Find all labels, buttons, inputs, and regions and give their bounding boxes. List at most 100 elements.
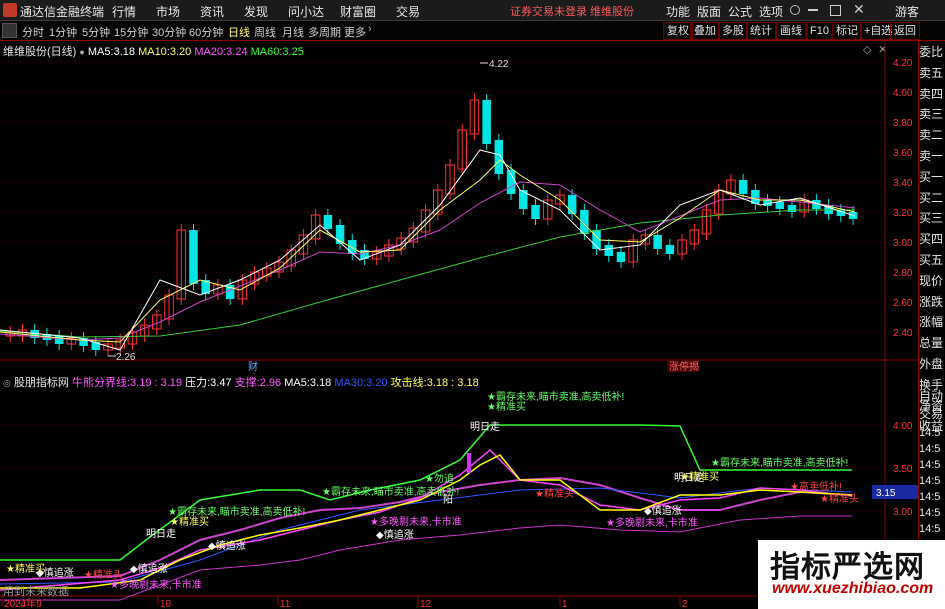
right-panel-item[interactable]: 交易 bbox=[919, 406, 945, 422]
menu-gongneng[interactable]: 功能 bbox=[666, 3, 690, 20]
right-panel-item[interactable]: 涨幅 bbox=[919, 314, 945, 330]
indicator-tick: 3.50 bbox=[893, 464, 913, 475]
menu-faxian[interactable]: 发现 bbox=[244, 3, 268, 20]
time-tick: 2 bbox=[682, 599, 688, 609]
close-icon[interactable]: ✕ bbox=[853, 1, 865, 18]
price-tick: 3.60 bbox=[893, 148, 913, 159]
trade-time: 14:5 bbox=[919, 475, 941, 487]
indicator-settings-icon[interactable]: ◎ bbox=[3, 378, 11, 388]
back-button[interactable]: 返回 bbox=[890, 22, 920, 40]
minimize-circle-icon[interactable] bbox=[790, 5, 800, 15]
indicator-info-bar: ◎ 股朋指标网 牛熊分界线:3.19 : 3.19 压力:3.47 支撑:2.9… bbox=[3, 374, 479, 390]
app-logo-icon bbox=[3, 3, 17, 17]
stats-button[interactable]: 统计 bbox=[746, 22, 776, 40]
right-panel-item[interactable]: 买三 bbox=[919, 210, 945, 226]
event-label-2[interactable]: 涨停揭 bbox=[669, 360, 699, 373]
right-panel-item[interactable]: 买四 bbox=[919, 231, 945, 247]
time-tick: 10 bbox=[160, 599, 172, 609]
tab-more[interactable]: 更多 bbox=[344, 24, 366, 40]
multi-stock-button[interactable]: 多股 bbox=[718, 22, 748, 40]
candle-body bbox=[494, 140, 504, 174]
tab-5min[interactable]: 5分钟 bbox=[82, 24, 110, 40]
tab-60min[interactable]: 60分钟 bbox=[189, 24, 223, 40]
menu-caifuquan[interactable]: 财富圈 bbox=[340, 3, 376, 20]
indicator-line-value: 2.96 bbox=[259, 377, 282, 389]
signal-text: ★多晚剽未来,卡市准 bbox=[370, 515, 462, 528]
right-panel-item[interactable]: 自动 bbox=[919, 388, 945, 404]
chevron-right-icon[interactable]: › bbox=[368, 23, 372, 35]
right-panel-item[interactable]: 委比 bbox=[919, 44, 945, 60]
time-axis: 2024年9 10 11 12 1 2 bbox=[1, 596, 688, 609]
right-panel-item[interactable]: 涨跌 bbox=[919, 294, 945, 310]
signal-text: ◆慎追涨 bbox=[376, 528, 414, 541]
indicator-tick: 4.00 bbox=[893, 421, 913, 432]
tab-15min[interactable]: 15分钟 bbox=[114, 24, 148, 40]
title-bar: 通达信金融终端 行情 市场 资讯 发现 问小达 财富圈 交易 证券交易未登录 维… bbox=[0, 0, 945, 21]
price-axis: 4.20 4.00 3.80 3.60 3.40 3.20 3.00 2.80 … bbox=[893, 58, 913, 339]
signal-labels: ★霸存未来,瞄市卖准,高卖低补! ★精准买 明日走 ★霸存未来,瞄市卖准,高卖低… bbox=[6, 390, 859, 591]
event-label[interactable]: 财 bbox=[248, 360, 258, 373]
ma60-line bbox=[0, 209, 855, 338]
mark-button[interactable]: 标记 bbox=[832, 22, 862, 40]
time-tick: 12 bbox=[420, 599, 432, 609]
attack-line bbox=[0, 487, 853, 585]
right-panel-item[interactable]: 卖二 bbox=[919, 127, 945, 143]
right-panel-item[interactable]: 现价 bbox=[919, 273, 945, 289]
menu-hangqing[interactable]: 行情 bbox=[112, 3, 136, 20]
right-panel-item[interactable]: 卖四 bbox=[919, 86, 945, 102]
menu-gongshi[interactable]: 公式 bbox=[728, 3, 752, 20]
tab-fenshi[interactable]: 分时 bbox=[22, 24, 44, 40]
login-notice[interactable]: 证券交易未登录 维维股份 bbox=[510, 3, 634, 19]
menu-xuanxiang[interactable]: 选项 bbox=[759, 3, 783, 20]
watermark-url: www.xuezhibiao.com bbox=[772, 580, 934, 597]
tab-daily[interactable]: 日线 bbox=[228, 24, 250, 40]
overlay-button[interactable]: 叠加 bbox=[690, 22, 720, 40]
f10-button[interactable]: F10 bbox=[806, 22, 833, 40]
price-tick: 2.60 bbox=[893, 298, 913, 309]
fuquan-button[interactable]: 复权 bbox=[663, 22, 693, 40]
right-panel-item[interactable]: 外盘 bbox=[919, 356, 945, 372]
tab-1min[interactable]: 1分钟 bbox=[49, 24, 77, 40]
signal-text: ◆慎追涨 bbox=[130, 562, 168, 575]
menu-banmian[interactable]: 版面 bbox=[697, 3, 721, 20]
indicator-line-value: 3.20 bbox=[366, 377, 388, 389]
tab-30min[interactable]: 30分钟 bbox=[152, 24, 186, 40]
price-tick: 3.80 bbox=[893, 118, 913, 129]
candle-body bbox=[348, 240, 357, 254]
tab-monthly[interactable]: 月线 bbox=[282, 24, 304, 40]
signal-text: ★霸存未来,瞄市卖准,高卖低补! bbox=[322, 485, 459, 498]
tab-multi-period[interactable]: 多周期 bbox=[308, 24, 341, 40]
price-tick: 4.20 bbox=[893, 58, 913, 69]
signal-text: ◆慎追涨 bbox=[208, 539, 246, 552]
draw-line-button[interactable]: 画线 bbox=[776, 22, 806, 40]
toolbar-menu-icon[interactable] bbox=[2, 23, 17, 38]
indicator-line-label: 牛熊分界线: bbox=[71, 377, 131, 389]
candle-body bbox=[665, 245, 675, 254]
candle-body bbox=[738, 180, 748, 194]
trade-time: 14:5 bbox=[919, 523, 941, 535]
right-panel-item[interactable]: 卖一 bbox=[919, 148, 945, 164]
indicator-line-value: 3.18 : 3.18 bbox=[426, 377, 479, 389]
menu-jiaoyi[interactable]: 交易 bbox=[396, 3, 420, 20]
right-panel-item[interactable]: 买一 bbox=[919, 169, 945, 185]
right-panel-item[interactable]: 卖三 bbox=[919, 106, 945, 122]
tab-weekly[interactable]: 周线 bbox=[254, 24, 276, 40]
right-panel-item[interactable]: 卖五 bbox=[919, 65, 945, 81]
maximize-icon[interactable] bbox=[830, 5, 841, 16]
price-tick: 3.00 bbox=[893, 238, 913, 249]
right-panel-item[interactable]: 总量 bbox=[919, 335, 945, 351]
menu-wenxiaoda[interactable]: 问小达 bbox=[288, 3, 324, 20]
signal-text: ★精准买 bbox=[487, 400, 526, 413]
signal-text: 明日走 bbox=[470, 421, 500, 433]
menu-zixun[interactable]: 资讯 bbox=[200, 3, 224, 20]
minimize-icon[interactable] bbox=[808, 9, 818, 11]
indicator-name[interactable]: 股朋指标网 bbox=[14, 377, 69, 389]
guest-label[interactable]: 游客 bbox=[895, 3, 919, 20]
right-panel-item[interactable]: 买五 bbox=[919, 252, 945, 268]
menu-shichang[interactable]: 市场 bbox=[156, 3, 180, 20]
watermark-overlay: 指标严选网 www.xuezhibiao.com bbox=[758, 540, 945, 609]
indicator-line-label: MA30: bbox=[334, 377, 367, 389]
candle-body bbox=[531, 205, 540, 219]
right-panel-item[interactable]: 买二 bbox=[919, 190, 945, 206]
trade-time: 14:5 bbox=[919, 507, 941, 519]
